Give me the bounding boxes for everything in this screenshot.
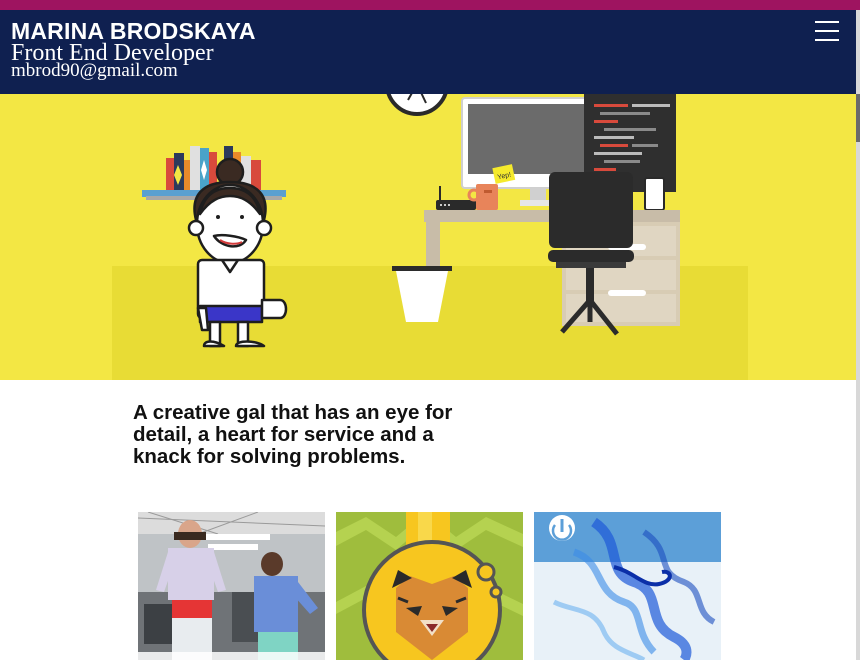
menu-bar-icon: [815, 30, 839, 32]
portfolio-card-1[interactable]: [138, 512, 325, 660]
page-scrollbar[interactable]: [856, 10, 860, 660]
intro-tagline: A creative gal that has an eye for detai…: [133, 401, 453, 468]
hero-illustration: Yep!: [0, 94, 856, 380]
hamburger-menu-button[interactable]: [815, 21, 839, 43]
smartphone-icon: [644, 177, 665, 211]
menu-bar-icon: [815, 21, 839, 23]
wall-clock-icon: [386, 94, 448, 116]
menu-bar-icon: [815, 39, 839, 41]
blue-ink-thumbnail: [534, 512, 721, 660]
office-photo-thumbnail: [138, 512, 325, 660]
portfolio-card-2[interactable]: [336, 512, 523, 660]
portfolio-card-3[interactable]: [534, 512, 721, 660]
scrollbar-thumb[interactable]: [856, 94, 860, 142]
contact-email-link[interactable]: mbrod90@gmail.com: [11, 61, 178, 81]
tiger-thumbnail: [336, 512, 523, 660]
site-header: MARINA BRODSKAYA Front End Developer mbr…: [0, 10, 856, 94]
accent-stripe: [0, 0, 860, 10]
